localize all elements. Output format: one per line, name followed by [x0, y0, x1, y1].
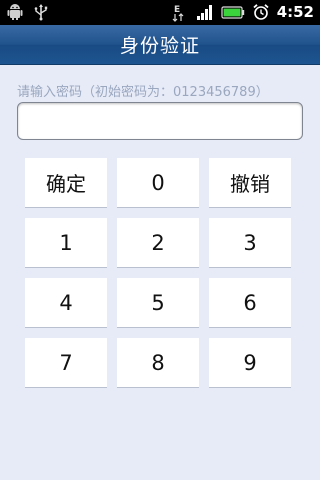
clock-time: 4:52	[276, 3, 314, 21]
password-input[interactable]	[17, 102, 303, 140]
undo-button[interactable]: 撤销	[209, 158, 291, 208]
key-2[interactable]: 2	[117, 218, 199, 268]
key-8[interactable]: 8	[117, 338, 199, 388]
key-0[interactable]: 0	[117, 158, 199, 208]
key-5[interactable]: 5	[117, 278, 199, 328]
battery-icon	[221, 3, 245, 21]
status-bar-left	[6, 3, 50, 21]
network-label: E	[174, 5, 180, 15]
confirm-button[interactable]: 确定	[25, 158, 107, 208]
status-bar-right: E 4:52	[171, 2, 314, 22]
key-7[interactable]: 7	[25, 338, 107, 388]
title-bar: 身份验证	[0, 25, 320, 65]
key-6[interactable]: 6	[209, 278, 291, 328]
status-bar: E 4:52	[0, 0, 320, 25]
android-debug-icon	[6, 3, 24, 21]
key-1[interactable]: 1	[25, 218, 107, 268]
keypad: 确定 0 撤销 1 2 3 4 5 6 7 8 9	[25, 158, 293, 388]
alarm-icon	[252, 3, 270, 21]
page-title: 身份验证	[119, 35, 200, 57]
signal-icon	[196, 3, 214, 21]
password-prompt: 请输入密码（初始密码为：0123456789）	[17, 85, 269, 100]
key-3[interactable]: 3	[209, 218, 291, 268]
edge-network-icon: E	[171, 3, 189, 22]
key-4[interactable]: 4	[25, 278, 107, 328]
usb-icon	[32, 3, 50, 21]
key-9[interactable]: 9	[209, 338, 291, 388]
